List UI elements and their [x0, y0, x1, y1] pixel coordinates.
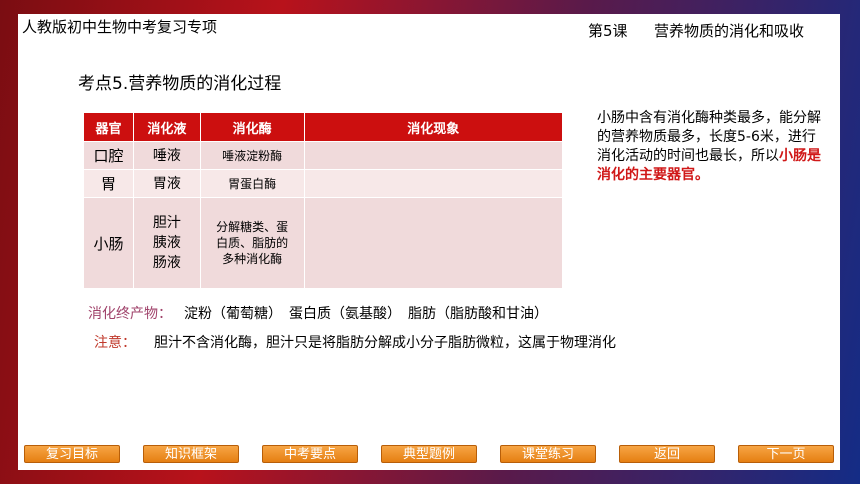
phenomenon-cell [303, 169, 564, 198]
enzyme-cell: 分解糖类、蛋 白质、脂肪的 多种消化酶 [199, 197, 305, 289]
slide: 人教版初中生物中考复习专项 第5课 营养物质的消化和吸收 考点5.营养物质的消化… [18, 14, 840, 470]
point-title: 考点5.营养物质的消化过程 [78, 74, 282, 94]
juice-line: 胰液 [152, 235, 181, 251]
end-products: 消化终产物： 淀粉（葡萄糖） 蛋白质（氨基酸） 脂肪（脂肪酸和甘油） [88, 303, 548, 323]
juice-cell: 胃液 [132, 169, 201, 198]
juice-cell: 唾液 [132, 141, 201, 170]
organ-cell: 小肠 [83, 197, 134, 289]
header-phenomenon: 消化现象 [303, 112, 564, 142]
phenomenon-cell [303, 141, 564, 170]
nav-bar: 复习目标 知识框架 中考要点 典型题例 课堂练习 返回 下一页 [24, 445, 834, 464]
lesson-topic: 营养物质的消化和吸收 [654, 22, 805, 40]
header-organ: 器官 [83, 112, 134, 142]
organ-cell: 胃 [83, 169, 134, 198]
organ-cell: 口腔 [83, 141, 134, 170]
nav-next-page-button[interactable]: 下一页 [738, 445, 834, 463]
nav-review-goals-button[interactable]: 复习目标 [24, 445, 120, 463]
lesson-number: 第5课 [588, 22, 628, 40]
nav-typical-examples-button[interactable]: 典型题例 [381, 445, 477, 463]
phenomenon-cell [303, 197, 564, 289]
juice-line: 肠液 [152, 255, 181, 271]
nav-back-button[interactable]: 返回 [619, 445, 715, 463]
nav-exam-points-button[interactable]: 中考要点 [262, 445, 358, 463]
course-title: 人教版初中生物中考复习专项 [22, 18, 218, 36]
enzyme-cell: 胃蛋白酶 [199, 169, 305, 198]
end-products-value: 淀粉（葡萄糖） 蛋白质（氨基酸） 脂肪（脂肪酸和甘油） [184, 306, 548, 322]
digestion-table: 器官 消化液 消化酶 消化现象 口腔 唾液 唾液淀粉酶 胃 胃液 胃蛋白酶 小肠 [83, 112, 564, 289]
table-row: 小肠 胆汁 胰液 肠液 分解糖类、蛋 白质、脂肪的 多种消化酶 [83, 197, 564, 289]
enzyme-line: 多种消化酶 [222, 252, 283, 266]
table-row: 胃 胃液 胃蛋白酶 [83, 169, 564, 198]
juice-cell: 胆汁 胰液 肠液 [132, 197, 201, 289]
table-header-row: 器官 消化液 消化酶 消化现象 [83, 112, 564, 142]
side-note: 小肠中含有消化酶种类最多，能分解的营养物质最多，长度5-6米，进行消化活动的时间… [597, 109, 822, 185]
note-value: 胆汁不含消化酶，胆汁只是将脂肪分解成小分子脂肪微粒，这属于物理消化 [154, 335, 616, 351]
enzyme-line: 分解糖类、蛋 [216, 220, 289, 234]
nav-class-practice-button[interactable]: 课堂练习 [500, 445, 596, 463]
header-juice: 消化液 [132, 112, 201, 142]
note: 注意： 胆汁不含消化酶，胆汁只是将脂肪分解成小分子脂肪微粒，这属于物理消化 [94, 332, 616, 352]
note-label: 注意： [94, 335, 136, 351]
header-enzyme: 消化酶 [199, 112, 305, 142]
nav-knowledge-framework-button[interactable]: 知识框架 [143, 445, 239, 463]
enzyme-line: 白质、脂肪的 [216, 236, 289, 250]
juice-line: 胆汁 [152, 215, 181, 231]
end-products-label: 消化终产物： [88, 306, 172, 322]
table-row: 口腔 唾液 唾液淀粉酶 [83, 141, 564, 170]
enzyme-cell: 唾液淀粉酶 [199, 141, 305, 170]
